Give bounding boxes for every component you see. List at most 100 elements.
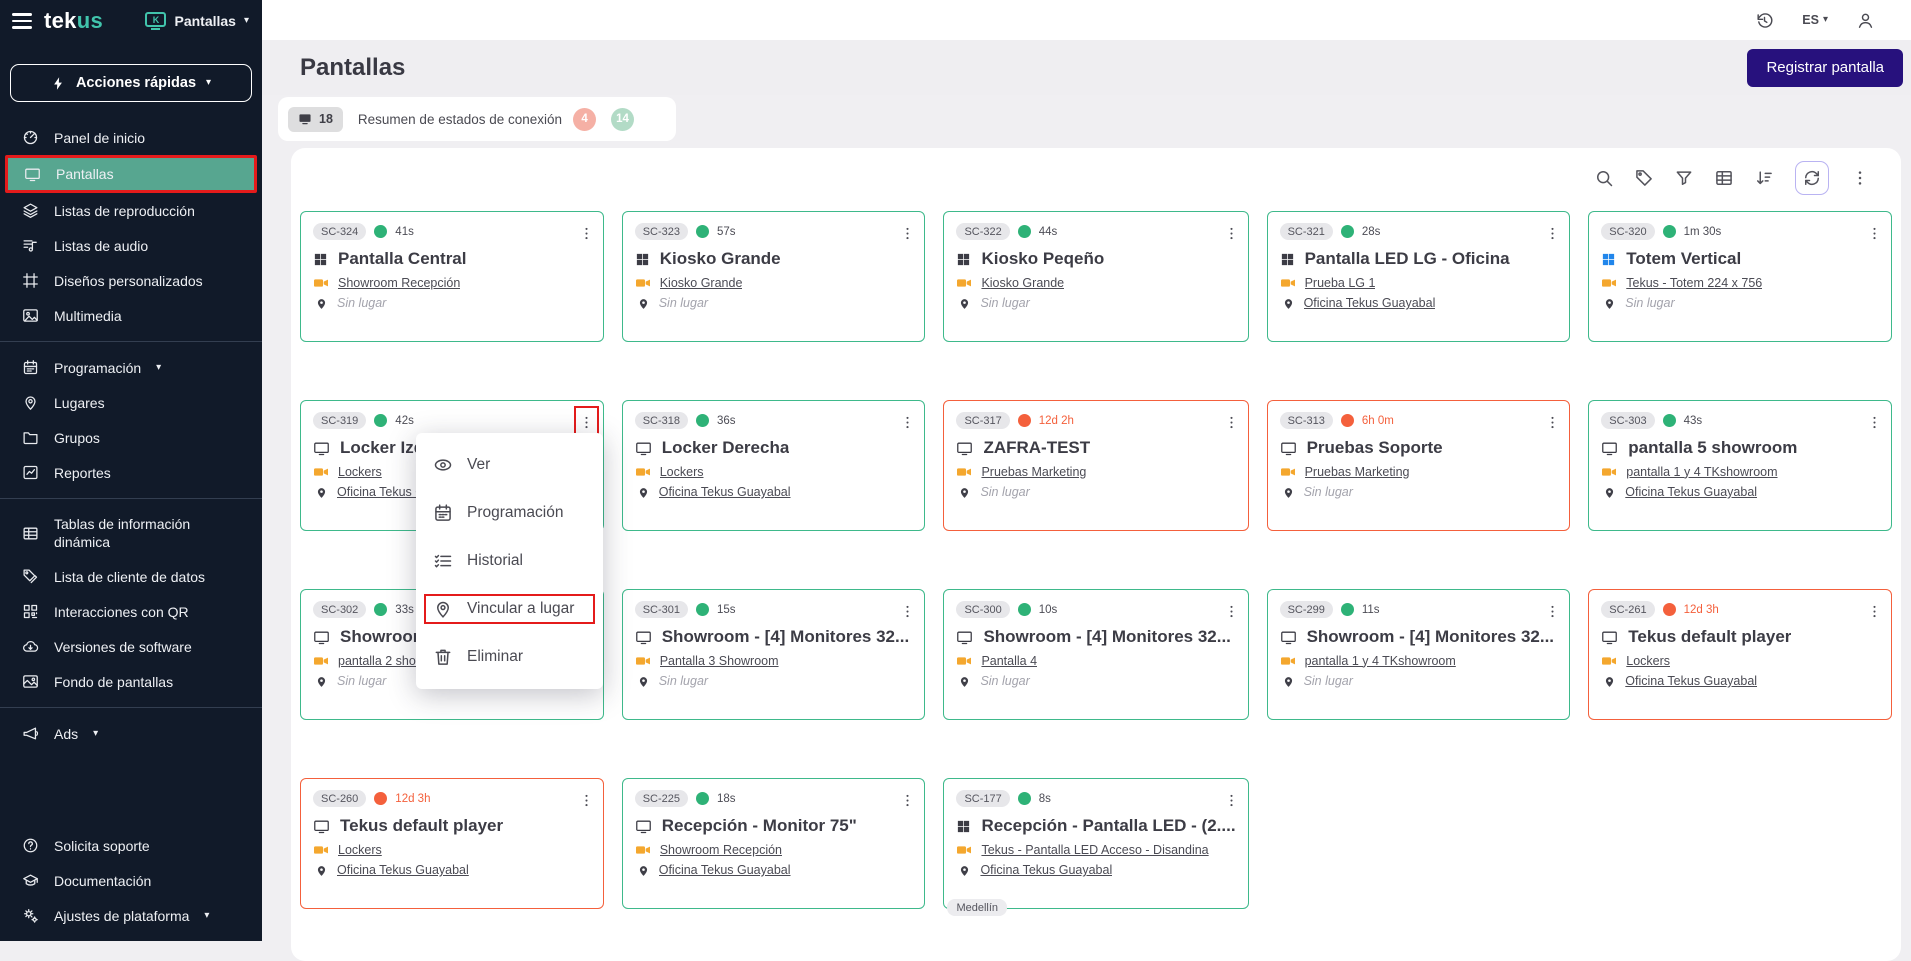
playlist-link[interactable]: Lockers bbox=[1626, 654, 1670, 668]
card-kebab-menu-button[interactable] bbox=[899, 221, 916, 246]
place-link[interactable]: Oficina Tekus Guayabal bbox=[1625, 485, 1757, 499]
sidebar-item-multimedia[interactable]: Multimedia bbox=[0, 298, 262, 333]
card-kebab-menu-button[interactable] bbox=[899, 599, 916, 624]
search-button[interactable] bbox=[1594, 168, 1614, 188]
playlist-link[interactable]: Kiosko Grande bbox=[660, 276, 743, 290]
sidebar-item-lista-de-cliente-de-datos[interactable]: Lista de cliente de datos bbox=[0, 559, 262, 594]
card-kebab-menu-button[interactable] bbox=[1544, 410, 1561, 435]
sidebar-item-grupos[interactable]: Grupos bbox=[0, 420, 262, 455]
screen-card-sc-321[interactable]: SC-32128sPantalla LED LG - OficinaPrueba… bbox=[1267, 211, 1571, 342]
sidebar-item-ads[interactable]: Ads▾ bbox=[0, 716, 262, 751]
screen-card-sc-299[interactable]: SC-29911sShowroom - [4] Monitores 32...p… bbox=[1267, 589, 1571, 720]
card-kebab-menu-button[interactable] bbox=[578, 410, 595, 435]
place-link[interactable]: Oficina Tekus G bbox=[337, 485, 425, 499]
menu-item-eliminar[interactable]: Eliminar bbox=[416, 633, 603, 681]
sidebar-item-programacion[interactable]: Programación▾ bbox=[0, 350, 262, 385]
screen-card-sc-318[interactable]: SC-31836sLocker DerechaLockersOficina Te… bbox=[622, 400, 926, 531]
windows-icon bbox=[635, 252, 650, 267]
screen-card-sc-261[interactable]: SC-26112d 3hTekus default playerLockersO… bbox=[1588, 589, 1892, 720]
screen-card-sc-260[interactable]: SC-26012d 3hTekus default playerLockersO… bbox=[300, 778, 604, 909]
tag-button[interactable] bbox=[1634, 168, 1654, 188]
playlist-link[interactable]: pantalla 1 y 4 TKshowroom bbox=[1626, 465, 1777, 479]
sidebar-item-listas-de-reproduccion[interactable]: Listas de reproducción bbox=[0, 193, 262, 228]
card-kebab-menu-button[interactable] bbox=[899, 410, 916, 435]
screen-card-sc-322[interactable]: SC-32244sKiosko PeqeñoKiosko GrandeSin l… bbox=[943, 211, 1248, 342]
history-icon[interactable] bbox=[1755, 11, 1774, 30]
screen-card-sc-323[interactable]: SC-32357sKiosko GrandeKiosko GrandeSin l… bbox=[622, 211, 926, 342]
sidebar-item-fondo-de-pantallas[interactable]: Fondo de pantallas bbox=[0, 664, 262, 699]
place-link[interactable]: Oficina Tekus Guayabal bbox=[337, 863, 469, 877]
playlist-link[interactable]: pantalla 2 show bbox=[338, 654, 425, 668]
camera-video-icon bbox=[956, 464, 972, 480]
language-selector[interactable]: ES ▾ bbox=[1802, 13, 1828, 27]
playlist-link[interactable]: Prueba LG 1 bbox=[1305, 276, 1376, 290]
user-icon[interactable] bbox=[1856, 11, 1875, 30]
card-kebab-menu-button[interactable] bbox=[1223, 599, 1240, 624]
screen-card-sc-303[interactable]: SC-30343spantalla 5 showroompantalla 1 y… bbox=[1588, 400, 1892, 531]
playlist-link[interactable]: Pruebas Marketing bbox=[1305, 465, 1410, 479]
screen-card-sc-317[interactable]: SC-31712d 2hZAFRA-TESTPruebas MarketingS… bbox=[943, 400, 1248, 531]
refresh-button[interactable] bbox=[1795, 161, 1829, 195]
card-kebab-menu-button[interactable] bbox=[1223, 788, 1240, 813]
playlist-link[interactable]: Tekus - Totem 224 x 756 bbox=[1626, 276, 1762, 290]
hamburger-menu-icon[interactable] bbox=[12, 13, 32, 28]
card-kebab-menu-button[interactable] bbox=[1544, 221, 1561, 246]
card-kebab-menu-button[interactable] bbox=[899, 788, 916, 813]
place-link[interactable]: Oficina Tekus Guayabal bbox=[659, 863, 791, 877]
sidebar-item-documentacion[interactable]: Documentación bbox=[0, 863, 262, 898]
card-kebab-menu-button[interactable] bbox=[1866, 221, 1883, 246]
grid-view-button[interactable] bbox=[1714, 168, 1734, 188]
playlist-link[interactable]: Showroom Recepción bbox=[660, 843, 782, 857]
playlist-link[interactable]: Pruebas Marketing bbox=[981, 465, 1086, 479]
menu-item-programacion[interactable]: Programación bbox=[416, 489, 603, 537]
card-kebab-menu-button[interactable] bbox=[1544, 599, 1561, 624]
sidebar-item-tablas-de-informacion-dinamica[interactable]: Tablas de información dinámica bbox=[0, 507, 262, 559]
playlist-link[interactable]: Kiosko Grande bbox=[981, 276, 1064, 290]
playlist-link[interactable]: Pantalla 3 Showroom bbox=[660, 654, 779, 668]
screen-card-sc-300[interactable]: SC-30010sShowroom - [4] Monitores 32...P… bbox=[943, 589, 1248, 720]
quick-actions-button[interactable]: Acciones rápidas ▾ bbox=[10, 64, 252, 102]
sidebar-item-solicita-soporte[interactable]: Solicita soporte bbox=[0, 828, 262, 863]
workspace-selector[interactable]: K Pantallas ▾ bbox=[145, 12, 249, 30]
filter-button[interactable] bbox=[1674, 168, 1694, 188]
sidebar-item-pantallas[interactable]: Pantallas bbox=[5, 155, 257, 193]
menu-item-vincular-a-lugar[interactable]: Vincular a lugar bbox=[416, 585, 603, 633]
card-kebab-menu-button[interactable] bbox=[578, 788, 595, 813]
playlist-link[interactable]: Showroom Recepción bbox=[338, 276, 460, 290]
playlist-link[interactable]: Lockers bbox=[660, 465, 704, 479]
screen-card-sc-324[interactable]: SC-32441sPantalla CentralShowroom Recepc… bbox=[300, 211, 604, 342]
menu-item-historial[interactable]: Historial bbox=[416, 537, 603, 585]
sidebar-item-panel-de-inicio[interactable]: Panel de inicio bbox=[0, 120, 262, 155]
card-title-row: pantalla 5 showroom bbox=[1601, 438, 1879, 458]
playlist-link[interactable]: Pantalla 4 bbox=[981, 654, 1037, 668]
sidebar-item-listas-de-audio[interactable]: Listas de audio bbox=[0, 228, 262, 263]
menu-item-ver[interactable]: Ver bbox=[416, 441, 603, 489]
screen-card-sc-313[interactable]: SC-3136h 0mPruebas SoportePruebas Market… bbox=[1267, 400, 1571, 531]
screen-card-sc-320[interactable]: SC-3201m 30sTotem VerticalTekus - Totem … bbox=[1588, 211, 1892, 342]
sidebar-item-versiones-de-software[interactable]: Versiones de software bbox=[0, 629, 262, 664]
screen-card-sc-301[interactable]: SC-30115sShowroom - [4] Monitores 32...P… bbox=[622, 589, 926, 720]
playlist-link[interactable]: Tekus - Pantalla LED Acceso - Disandina bbox=[981, 843, 1208, 857]
place-link[interactable]: Oficina Tekus Guayabal bbox=[1625, 674, 1757, 688]
playlist-link[interactable]: pantalla 1 y 4 TKshowroom bbox=[1305, 654, 1456, 668]
place-link[interactable]: Oficina Tekus Guayabal bbox=[659, 485, 791, 499]
sort-button[interactable] bbox=[1754, 168, 1774, 188]
place-link[interactable]: Oficina Tekus Guayabal bbox=[980, 863, 1112, 877]
register-screen-button[interactable]: Registrar pantalla bbox=[1747, 49, 1903, 87]
playlist-link[interactable]: Lockers bbox=[338, 465, 382, 479]
sidebar-item-ajustes-de-plataforma[interactable]: Ajustes de plataforma▾ bbox=[0, 898, 262, 933]
card-kebab-menu-button[interactable] bbox=[1866, 599, 1883, 624]
sidebar-item-disenos-personalizados[interactable]: Diseños personalizados bbox=[0, 263, 262, 298]
card-kebab-menu-button[interactable] bbox=[1223, 221, 1240, 246]
card-kebab-menu-button[interactable] bbox=[578, 221, 595, 246]
card-kebab-menu-button[interactable] bbox=[1866, 410, 1883, 435]
screen-card-sc-225[interactable]: SC-22518sRecepción - Monitor 75"Showroom… bbox=[622, 778, 926, 909]
screen-card-sc-177[interactable]: SC-1778sRecepción - Pantalla LED - (2...… bbox=[943, 778, 1248, 909]
sidebar-item-lugares[interactable]: Lugares bbox=[0, 385, 262, 420]
card-kebab-menu-button[interactable] bbox=[1223, 410, 1240, 435]
kebab-button[interactable] bbox=[1850, 168, 1870, 188]
place-link[interactable]: Oficina Tekus Guayabal bbox=[1304, 296, 1436, 310]
sidebar-item-reportes[interactable]: Reportes bbox=[0, 455, 262, 490]
playlist-link[interactable]: Lockers bbox=[338, 843, 382, 857]
sidebar-item-interacciones-con-qr[interactable]: Interacciones con QR bbox=[0, 594, 262, 629]
